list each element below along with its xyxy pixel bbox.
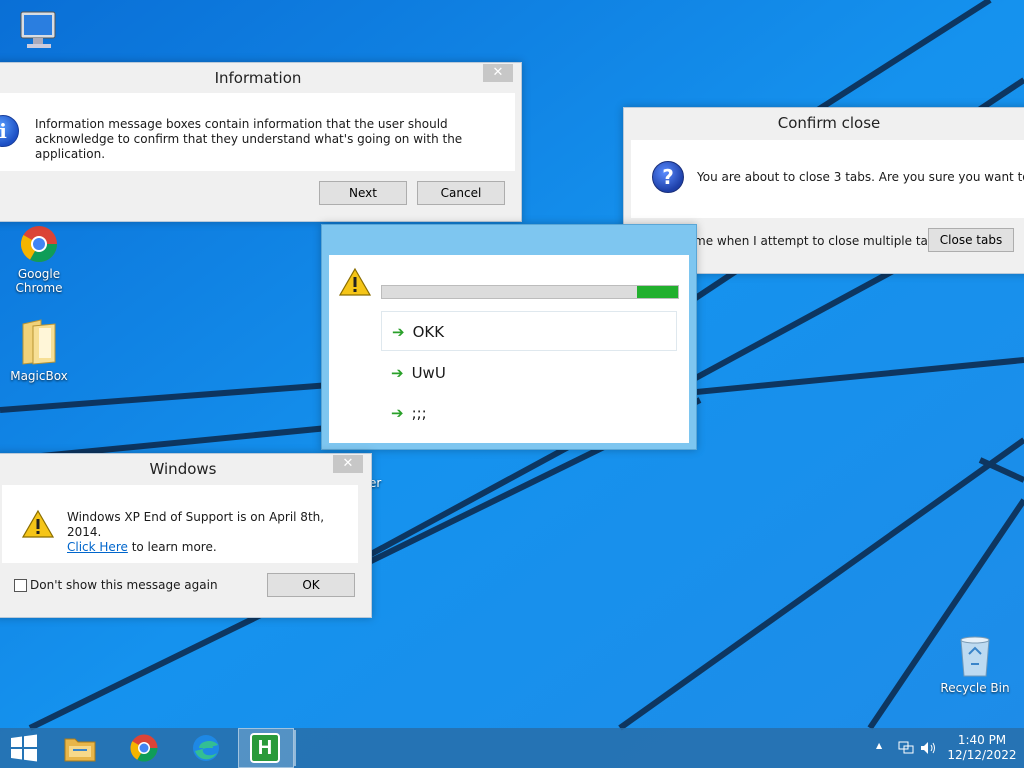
folder-icon — [22, 319, 56, 365]
desktop-icon-computer[interactable] — [4, 10, 74, 55]
dialog-titlebar[interactable]: Confirm close — [624, 108, 1024, 138]
choice-uwu[interactable]: ➔ UwU — [381, 353, 677, 393]
dialog-title: Windows — [149, 460, 217, 478]
windows-message-rest: to learn more. — [127, 540, 217, 554]
h-app-icon: H — [250, 733, 280, 763]
desktop-icon-label: Google Chrome — [15, 267, 63, 295]
dialog-title: Information — [214, 69, 302, 87]
progress-bar — [381, 285, 679, 299]
volume-icon[interactable] — [920, 741, 938, 755]
taskbar: H ▲ 1:40 PM 12/12/2022 — [0, 728, 1024, 768]
computer-icon — [20, 11, 56, 48]
dont-show-checkbox[interactable] — [14, 579, 27, 592]
choice-semicolons[interactable]: ➔;;; — [381, 393, 677, 433]
clock[interactable]: 1:40 PM 12/12/2022 — [946, 733, 1018, 763]
close-tabs-button[interactable]: Close tabs — [928, 228, 1014, 252]
desktop-icon-chrome[interactable]: Google Chrome — [4, 224, 74, 295]
network-icon[interactable] — [898, 741, 914, 755]
taskbar-h-app[interactable]: H — [238, 728, 294, 768]
taskbar-edge[interactable] — [178, 728, 234, 768]
dialog-title: Confirm close — [777, 114, 881, 132]
clock-date: 12/12/2022 — [947, 748, 1017, 762]
dialog-titlebar[interactable]: Information — [0, 63, 521, 93]
information-message: Information message boxes contain inform… — [35, 117, 463, 161]
ok-button[interactable]: OK — [267, 573, 355, 597]
dialog-titlebar[interactable]: Windows — [0, 454, 371, 484]
choice-label: ;;; — [411, 404, 427, 422]
progress-fill — [636, 286, 678, 298]
desktop-icon-magicbox[interactable]: MagicBox — [4, 318, 74, 383]
cancel-button[interactable]: Cancel — [417, 181, 505, 205]
windows-message: Windows XP End of Support is on April 8t… — [67, 510, 358, 555]
warning-icon — [22, 509, 54, 538]
information-dialog: Information ✕ i Information message boxe… — [0, 62, 522, 222]
desktop-icon-label: Recycle Bin — [940, 681, 1010, 695]
dialog-content: i Information message boxes contain info… — [0, 93, 515, 171]
green-arrow-icon: ➔ — [391, 364, 404, 382]
click-here-link[interactable]: Click Here — [67, 540, 128, 554]
next-button[interactable]: Next — [319, 181, 407, 205]
clock-time: 1:40 PM — [957, 733, 1007, 747]
chrome-icon — [20, 226, 58, 263]
close-button[interactable]: ✕ — [483, 64, 513, 82]
dialog-content: Windows XP End of Support is on April 8t… — [2, 485, 358, 563]
edge-icon — [193, 735, 219, 761]
green-arrow-icon: ➔ — [391, 404, 404, 422]
windows-dialog: Windows ✕ Windows XP End of Support is o… — [0, 453, 372, 618]
windows-logo-icon — [11, 734, 37, 762]
green-arrow-icon: ➔ — [392, 323, 405, 341]
dialog-content: ➔ OKK ➔ UwU ➔;;; — [329, 255, 689, 443]
taskbar-file-explorer[interactable] — [52, 728, 108, 768]
windows-message-line2: Click Here to learn more. — [67, 540, 358, 555]
confirm-message: You are about to close 3 tabs. Are you s… — [697, 170, 1024, 184]
taskbar-separator — [294, 730, 296, 766]
choice-okk[interactable]: ➔ OKK — [381, 311, 677, 351]
chrome-icon — [130, 734, 158, 762]
recycle-bin-icon — [960, 636, 990, 677]
file-explorer-icon — [64, 738, 96, 762]
choice-label: OKK — [412, 323, 445, 341]
desktop-icon-label: MagicBox — [10, 369, 68, 383]
dialog-content: ? You are about to close 3 tabs. Are you… — [631, 140, 1024, 218]
info-icon: i — [0, 115, 19, 147]
warning-icon — [339, 267, 371, 296]
choice-label: UwU — [411, 364, 446, 382]
tray-chevron[interactable]: ▲ — [876, 741, 882, 750]
taskbar-chrome[interactable] — [116, 728, 172, 768]
close-button[interactable]: ✕ — [333, 455, 363, 473]
dont-show-label[interactable]: Don't show this message again — [30, 578, 218, 592]
start-button[interactable] — [0, 728, 48, 768]
choice-dialog: ➔ OKK ➔ UwU ➔;;; — [321, 224, 697, 450]
desktop-icon-recycle-bin[interactable]: Recycle Bin — [940, 632, 1010, 695]
warn-checkbox-label[interactable]: me when I attempt to close multiple tabs — [694, 234, 942, 248]
windows-message-line1: Windows XP End of Support is on April 8t… — [67, 510, 325, 539]
question-icon: ? — [652, 161, 684, 193]
